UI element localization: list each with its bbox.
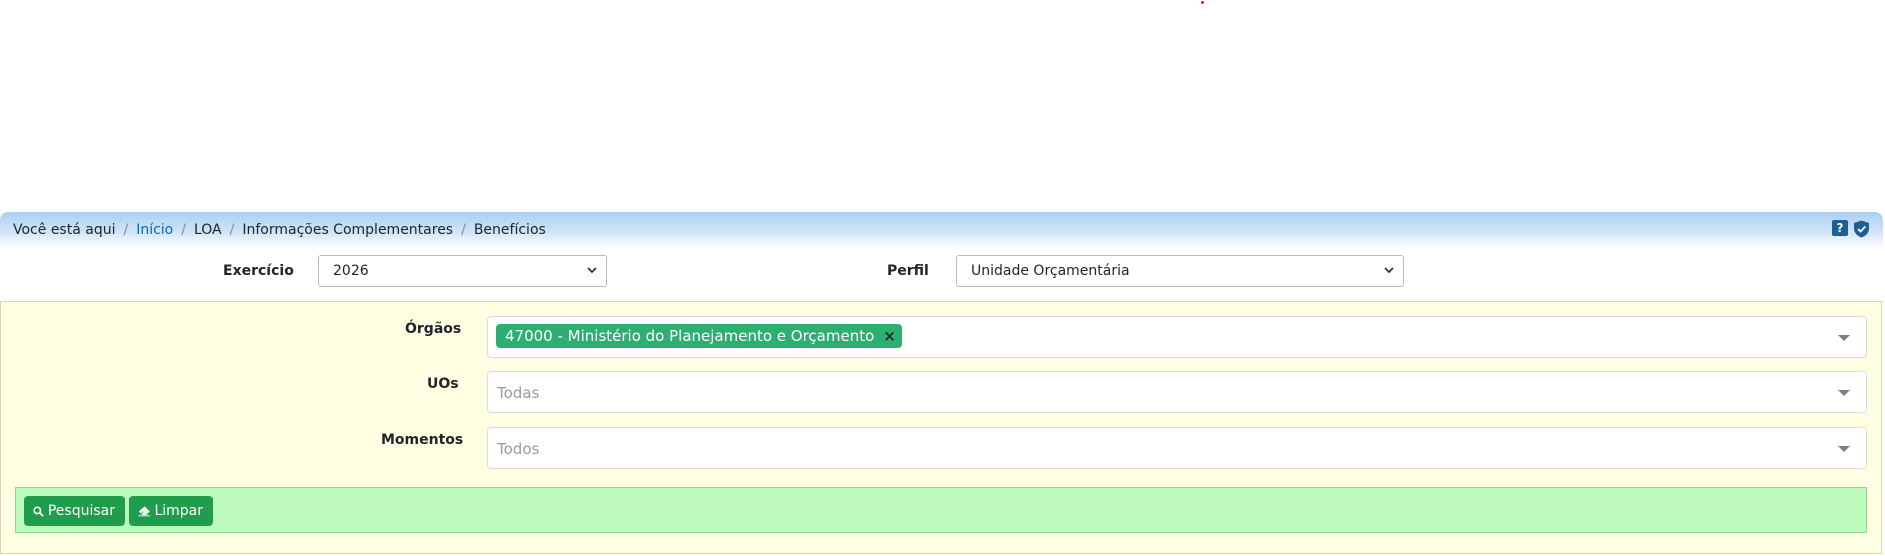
exercicio-label: Exercício — [223, 263, 294, 279]
perfil-select[interactable]: Unidade Orçamentária — [956, 255, 1404, 287]
eraser-icon — [138, 506, 150, 517]
exercicio-value: 2026 — [333, 263, 369, 279]
breadcrumb-item-beneficios: Benefícios — [473, 222, 546, 238]
exercicio-select[interactable]: 2026 — [318, 255, 607, 287]
dropdown-arrow-icon[interactable] — [1838, 390, 1850, 396]
orgao-tag-label: 47000 - Ministério do Planejamento e Orç… — [505, 327, 875, 345]
question-icon[interactable]: ? — [1832, 220, 1848, 236]
breadcrumb: Você está aqui / Início / LOA / Informaç… — [0, 212, 1883, 248]
close-icon[interactable]: × — [883, 327, 896, 345]
dropdown-arrow-icon[interactable] — [1838, 446, 1850, 452]
uos-multiselect[interactable]: Todas — [487, 371, 1867, 413]
breadcrumb-separator: / — [181, 222, 186, 238]
momentos-label: Momentos — [381, 432, 464, 448]
orgaos-multiselect[interactable]: 47000 - Ministério do Planejamento e Orç… — [487, 316, 1867, 358]
search-icon — [33, 505, 44, 517]
chevron-down-icon — [1384, 267, 1394, 274]
momentos-placeholder: Todos — [497, 440, 540, 458]
perfil-value: Unidade Orçamentária — [971, 263, 1130, 279]
chevron-down-icon — [587, 267, 597, 274]
breadcrumb-separator: / — [123, 222, 129, 238]
clear-button-label: Limpar — [154, 503, 203, 519]
momentos-multiselect[interactable]: Todos — [487, 427, 1867, 469]
search-button-label: Pesquisar — [47, 503, 115, 519]
breadcrumb-separator: / — [229, 222, 235, 238]
breadcrumb-home-link[interactable]: Início — [136, 222, 173, 238]
clear-button[interactable]: Limpar — [129, 496, 213, 526]
red-dot-marker — [1201, 1, 1204, 4]
orgaos-label: Órgãos — [405, 321, 462, 337]
uos-placeholder: Todas — [497, 384, 540, 402]
perfil-label: Perfil — [887, 263, 929, 279]
dropdown-arrow-icon[interactable] — [1838, 335, 1850, 341]
breadcrumb-item-loa: LOA — [193, 222, 222, 238]
search-button[interactable]: Pesquisar — [24, 496, 125, 526]
shield-check-icon[interactable] — [1853, 220, 1870, 238]
action-bar: Pesquisar Limpar — [15, 487, 1867, 533]
breadcrumb-prefix: Você está aqui — [13, 222, 116, 238]
breadcrumb-separator: / — [461, 222, 466, 238]
uos-label: UOs — [427, 376, 459, 392]
orgao-tag: 47000 - Ministério do Planejamento e Orç… — [496, 324, 902, 348]
breadcrumb-item-info: Informações Complementares — [242, 222, 454, 238]
